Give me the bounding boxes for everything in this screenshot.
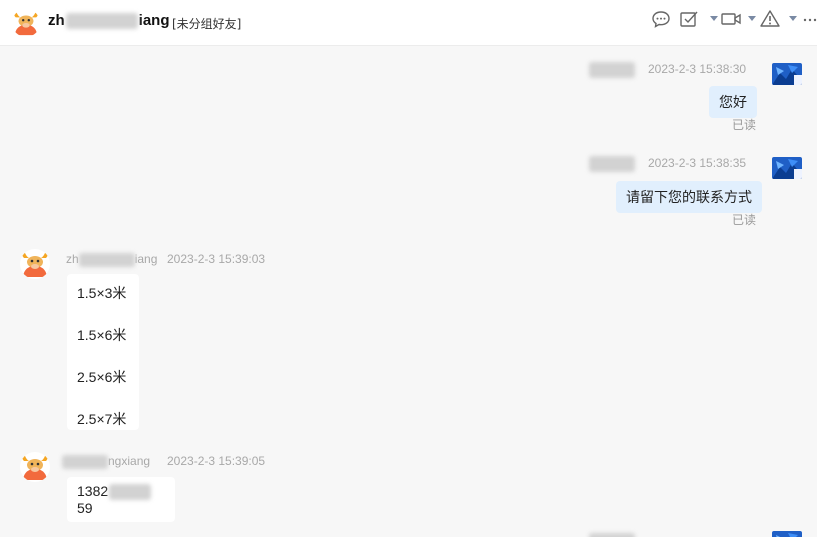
contact-name[interactable]: zh iang [48, 12, 170, 30]
redacted-name [65, 13, 138, 30]
my-avatar[interactable] [772, 531, 802, 537]
contact-avatar[interactable] [20, 249, 50, 279]
message-line: 2.5×7米 [77, 411, 127, 427]
sender-name [589, 156, 635, 172]
warning-icon[interactable] [759, 9, 781, 29]
message-bubble[interactable]: 请留下您的联系方式 [616, 181, 762, 213]
message-time: 2023-2-3 15:38:35 [648, 156, 747, 170]
warning-menu-chevron-down-icon[interactable] [789, 16, 797, 21]
task-check-icon[interactable] [678, 9, 700, 29]
my-avatar[interactable] [772, 157, 802, 179]
chat-header: zh iang [未分组好友] [0, 0, 817, 46]
chat-bubble-icon[interactable] [650, 9, 672, 29]
message-bubble[interactable]: 您好 [709, 86, 757, 118]
video-camera-icon[interactable] [720, 9, 742, 29]
contact-avatar[interactable] [12, 9, 40, 37]
sender-name [589, 62, 635, 78]
video-menu-chevron-down-icon[interactable] [748, 16, 756, 21]
message-time: 2023-2-3 15:38:30 [648, 62, 747, 76]
message-line: 1.5×3米 [77, 285, 127, 301]
task-menu-chevron-down-icon[interactable] [710, 16, 718, 21]
message-bubble[interactable]: 138259 [67, 477, 175, 523]
message-time: 2023-2-3 15:39:05 [167, 454, 266, 468]
message-bubble[interactable]: 1.5×3米 1.5×6米 2.5×6米 2.5×7米 [67, 274, 139, 430]
message-line: 1.5×6米 [77, 327, 127, 343]
sender-name [589, 530, 635, 537]
message-line: 2.5×6米 [77, 369, 127, 385]
read-status: 已读 [732, 118, 757, 132]
message-time: 2023-2-3 15:39:03 [167, 252, 266, 266]
contact-group-tag: [未分组好友] [172, 17, 242, 31]
sender-name: zh iang [66, 252, 158, 267]
more-icon[interactable] [803, 9, 817, 29]
read-status: 已读 [732, 213, 757, 227]
contact-avatar[interactable] [20, 452, 50, 482]
my-avatar[interactable] [772, 63, 802, 85]
sender-name: ngxiang [62, 454, 150, 469]
